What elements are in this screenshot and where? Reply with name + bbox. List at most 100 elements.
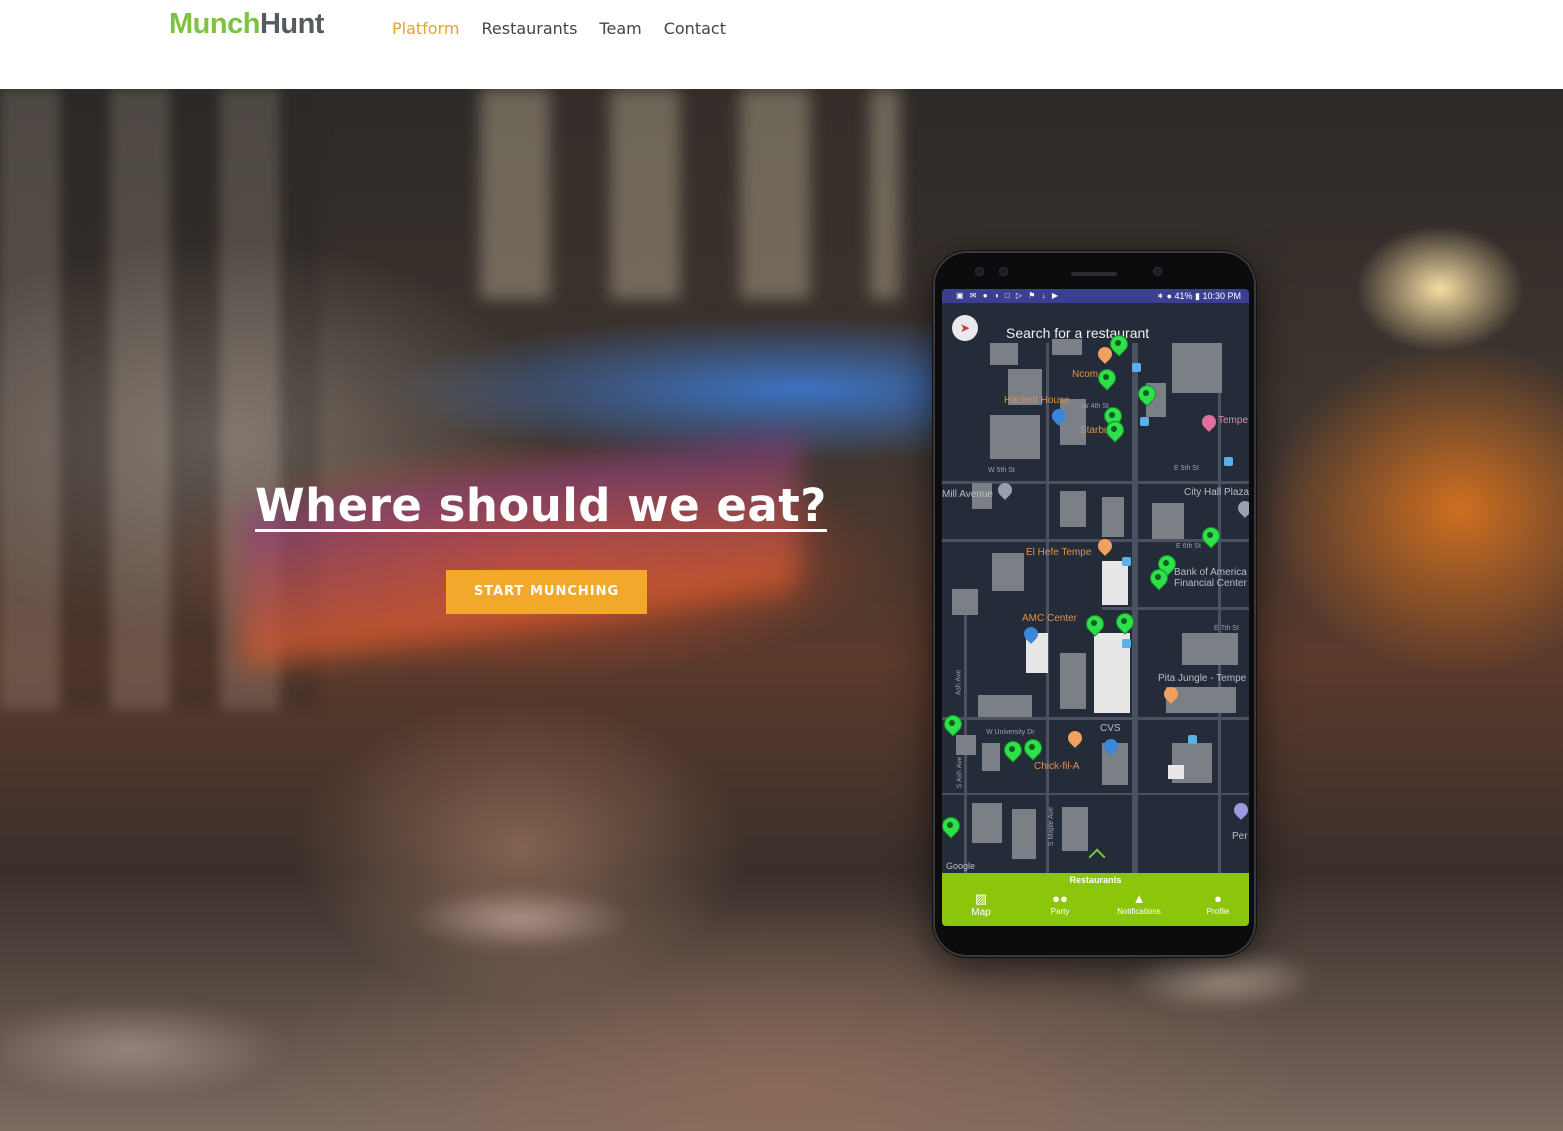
tab-profile[interactable]: ● Profile: [1183, 891, 1249, 916]
compass-icon[interactable]: ➤: [952, 315, 978, 341]
map-building: [972, 803, 1002, 843]
green-map-pin-icon[interactable]: [1106, 421, 1122, 443]
background-cafe-awning: [240, 429, 800, 669]
green-map-pin-icon[interactable]: [1138, 385, 1154, 407]
green-map-pin-icon[interactable]: [1202, 527, 1218, 549]
street-label: E 5th St: [1174, 465, 1199, 472]
nav-link-contact[interactable]: Contact: [664, 18, 726, 40]
green-map-pin-icon[interactable]: [1110, 335, 1126, 357]
map-building: [1060, 653, 1086, 709]
attraction-poi-icon[interactable]: [1199, 412, 1219, 432]
phone-camera-icon: [999, 267, 1008, 276]
nav-link-team[interactable]: Team: [599, 18, 641, 40]
map-road: [942, 717, 1249, 720]
map-label: Mill Avenue: [942, 489, 993, 500]
map-building: [1052, 339, 1082, 355]
map-building: [1182, 633, 1238, 665]
map-road: [942, 793, 1249, 795]
phone-sensor-icon: [975, 267, 984, 276]
bus-stop-icon: [1122, 639, 1131, 648]
green-map-pin-icon[interactable]: [944, 715, 960, 737]
map-road: [1102, 607, 1249, 610]
profile-icon: ●: [1214, 891, 1222, 906]
logo-munch-text: Munch: [169, 8, 260, 40]
map-label: Tempe Palms: [1218, 415, 1249, 426]
green-map-pin-icon[interactable]: [1024, 739, 1040, 761]
tab-party[interactable]: ●● Party: [1025, 891, 1095, 916]
google-attribution: Google: [946, 861, 976, 871]
phone-screen: ▣ ✉ ● ◑ □ ▷ ⚑ ↓ ▶ ✶ ● 41% ▮ 10:30 PM ➤ S…: [942, 289, 1249, 926]
map-label: Chick-fil-A: [1034, 761, 1080, 772]
green-map-pin-icon[interactable]: [1004, 741, 1020, 763]
tab-label: Map: [971, 907, 991, 918]
background-building-mid: [480, 89, 900, 299]
start-munching-button[interactable]: START MUNCHING: [446, 570, 647, 614]
party-icon: ●●: [1052, 891, 1068, 906]
hero-section: Where should we eat? START MUNCHING ▣ ✉ …: [0, 89, 1563, 1131]
green-map-pin-icon[interactable]: [942, 817, 958, 839]
map-building-highlight: [1102, 561, 1128, 605]
top-navbar: MunchHunt Platform Restaurants Team Cont…: [0, 0, 1563, 89]
bottom-tab-bar: Restaurants ▨ Map ●● Party ▲ Notificatio…: [942, 873, 1249, 926]
tab-label: Party: [1050, 907, 1070, 916]
map-label: CVS: [1100, 723, 1121, 734]
map-building: [990, 415, 1040, 459]
map-icon: ▨: [974, 891, 988, 906]
map-label: City Hall Plaza: [1184, 487, 1249, 498]
map-building: [1012, 809, 1036, 859]
restaurant-search-input[interactable]: Search for a restaurant: [1006, 325, 1149, 341]
logo-hunt-text: Hunt: [259, 8, 325, 40]
bus-stop-icon: [1122, 557, 1131, 566]
parking-poi-icon[interactable]: [1231, 800, 1249, 820]
map-building: [956, 735, 976, 755]
street-label: S Ash Ave: [956, 756, 964, 789]
phone-status-bar: ▣ ✉ ● ◑ □ ▷ ⚑ ↓ ▶ ✶ ● 41% ▮ 10:30 PM: [942, 289, 1249, 303]
map-building: [992, 553, 1024, 591]
map-building: [978, 695, 1032, 717]
street-label: Ash Ave: [955, 669, 963, 696]
tabbar-title: Restaurants: [1069, 875, 1122, 885]
green-map-pin-icon[interactable]: [1098, 369, 1114, 391]
tab-map[interactable]: ▨ Map: [946, 891, 1016, 918]
tab-notifications[interactable]: ▲ Notifications: [1104, 891, 1174, 916]
map-building: [1172, 343, 1222, 393]
street-label: W 5th St: [988, 467, 1015, 474]
street-label: E 7th St: [1214, 625, 1239, 632]
map-building-highlight: [1168, 765, 1184, 779]
map-label: Hackett House: [1004, 395, 1070, 406]
background-cafe-tables: [0, 829, 1563, 1129]
phone-mockup: ▣ ✉ ● ◑ □ ▷ ⚑ ↓ ▶ ✶ ● 41% ▮ 10:30 PM ➤ S…: [933, 251, 1256, 957]
restaurant-poi-icon[interactable]: [1065, 728, 1085, 748]
main-nav: Platform Restaurants Team Contact: [392, 18, 726, 40]
street-label: S Maple Ave: [1048, 806, 1056, 847]
map-building: [1152, 503, 1184, 539]
map-label: Ncom: [1072, 369, 1099, 380]
map-building: [1060, 491, 1086, 527]
map-label: AMC Center: [1022, 613, 1078, 624]
nav-link-restaurants[interactable]: Restaurants: [481, 18, 577, 40]
hero-headline: Where should we eat?: [255, 479, 827, 532]
bus-stop-icon: [1224, 457, 1233, 466]
green-map-pin-icon[interactable]: [1116, 613, 1132, 635]
street-label: E 6th St: [1176, 543, 1201, 550]
bus-stop-icon: [1188, 735, 1197, 744]
status-battery-time: ✶ ● 41% ▮ 10:30 PM: [1156, 291, 1241, 301]
tab-label: Profile: [1206, 907, 1230, 916]
map-label: Bank of America Financial Center: [1174, 567, 1247, 589]
bus-stop-icon: [1132, 363, 1141, 372]
restaurant-map[interactable]: ➤ Search for a restaurant Hackett House …: [942, 303, 1249, 873]
place-poi-icon[interactable]: [1235, 498, 1249, 518]
nav-link-platform[interactable]: Platform: [392, 18, 459, 40]
tab-label: Notifications: [1117, 907, 1161, 916]
status-notification-icons: ▣ ✉ ● ◑ □ ▷ ⚑ ↓ ▶: [956, 291, 1061, 300]
map-building: [952, 589, 978, 615]
green-map-pin-icon[interactable]: [1150, 569, 1166, 591]
phone-speaker: [1071, 272, 1117, 276]
map-building: [1102, 497, 1124, 537]
munchhunt-logo[interactable]: MunchHunt: [169, 6, 324, 42]
expand-chevron-up-icon[interactable]: [1088, 848, 1106, 866]
map-building: [982, 743, 1000, 771]
map-building: [1062, 807, 1088, 851]
map-label: Pita Jungle - Tempe: [1158, 673, 1247, 684]
green-map-pin-icon[interactable]: [1086, 615, 1102, 637]
